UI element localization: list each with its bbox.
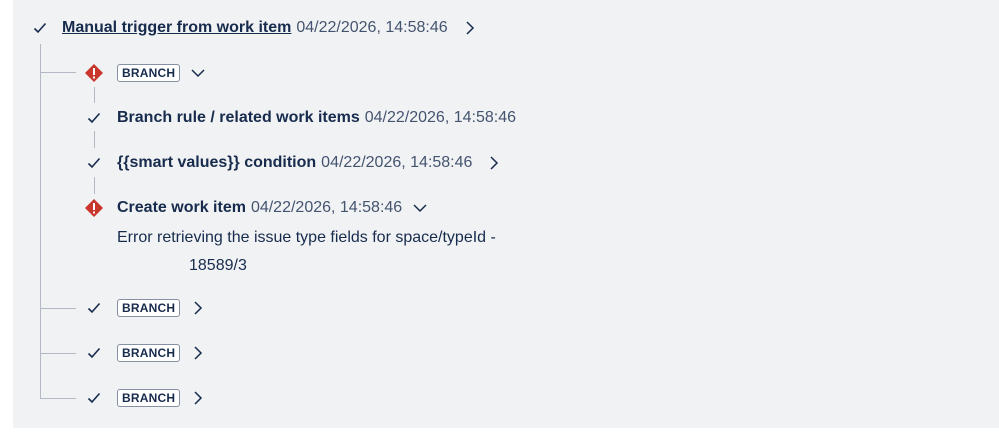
success-check-icon — [86, 300, 102, 316]
trigger-title-link[interactable]: Manual trigger from work item — [62, 19, 291, 37]
branch-row: BRANCH — [86, 387, 206, 409]
success-check-icon — [86, 390, 102, 406]
tree-trunk-line — [40, 44, 41, 399]
chevron-right-icon[interactable] — [486, 155, 502, 171]
bottom-margin — [13, 428, 999, 433]
chevron-right-icon[interactable] — [462, 20, 478, 36]
chevron-right-icon[interactable] — [190, 390, 206, 406]
branch-row-error: BRANCH — [84, 62, 206, 84]
branch-connector-4 — [40, 398, 76, 399]
left-margin — [0, 0, 13, 433]
step-title: Branch rule / related work items — [117, 109, 360, 126]
trigger-timestamp: 04/22/2026, 14:58:46 — [296, 19, 448, 36]
branch-connector-2 — [40, 308, 76, 309]
success-check-icon — [86, 155, 102, 171]
step-row-branch-rule: Branch rule / related work items 04/22/2… — [86, 107, 516, 129]
trigger-row: Manual trigger from work item 04/22/2026… — [32, 17, 478, 39]
error-message-line-1: Error retrieving the issue type fields f… — [117, 229, 496, 246]
step-timestamp: 04/22/2026, 14:58:46 — [364, 109, 516, 126]
chevron-right-icon[interactable] — [190, 345, 206, 361]
success-check-icon — [86, 345, 102, 361]
branch-connector-3 — [40, 353, 76, 354]
branch-lozenge: BRANCH — [117, 299, 181, 317]
success-check-icon — [86, 110, 102, 126]
error-icon — [84, 198, 104, 218]
chevron-down-icon[interactable] — [190, 65, 206, 81]
step-timestamp: 04/22/2026, 14:58:46 — [250, 199, 403, 216]
step-timestamp: 04/22/2026, 14:58:46 — [321, 154, 473, 171]
chevron-down-icon[interactable] — [412, 200, 428, 216]
step-connector-3 — [94, 177, 95, 194]
branch-row: BRANCH — [86, 297, 206, 319]
success-check-icon — [32, 20, 48, 36]
step-connector-2 — [94, 131, 95, 148]
step-row-create-work-item: Create work item 04/22/2026, 14:58:46 — [84, 197, 428, 219]
step-title: {{smart values}} condition — [117, 154, 317, 171]
branch-row: BRANCH — [86, 342, 206, 364]
error-message-line-2: 18589/3 — [189, 257, 247, 274]
step-connector-1 — [94, 87, 95, 103]
step-row-smart-values-condition: {{smart values}} condition 04/22/2026, 1… — [86, 152, 502, 174]
branch-lozenge: BRANCH — [117, 64, 181, 82]
step-title: Create work item — [117, 199, 246, 216]
branch-connector-1 — [40, 72, 76, 73]
branch-lozenge: BRANCH — [117, 344, 181, 362]
chevron-right-icon[interactable] — [190, 300, 206, 316]
error-icon — [84, 63, 104, 83]
branch-lozenge: BRANCH — [117, 389, 181, 407]
